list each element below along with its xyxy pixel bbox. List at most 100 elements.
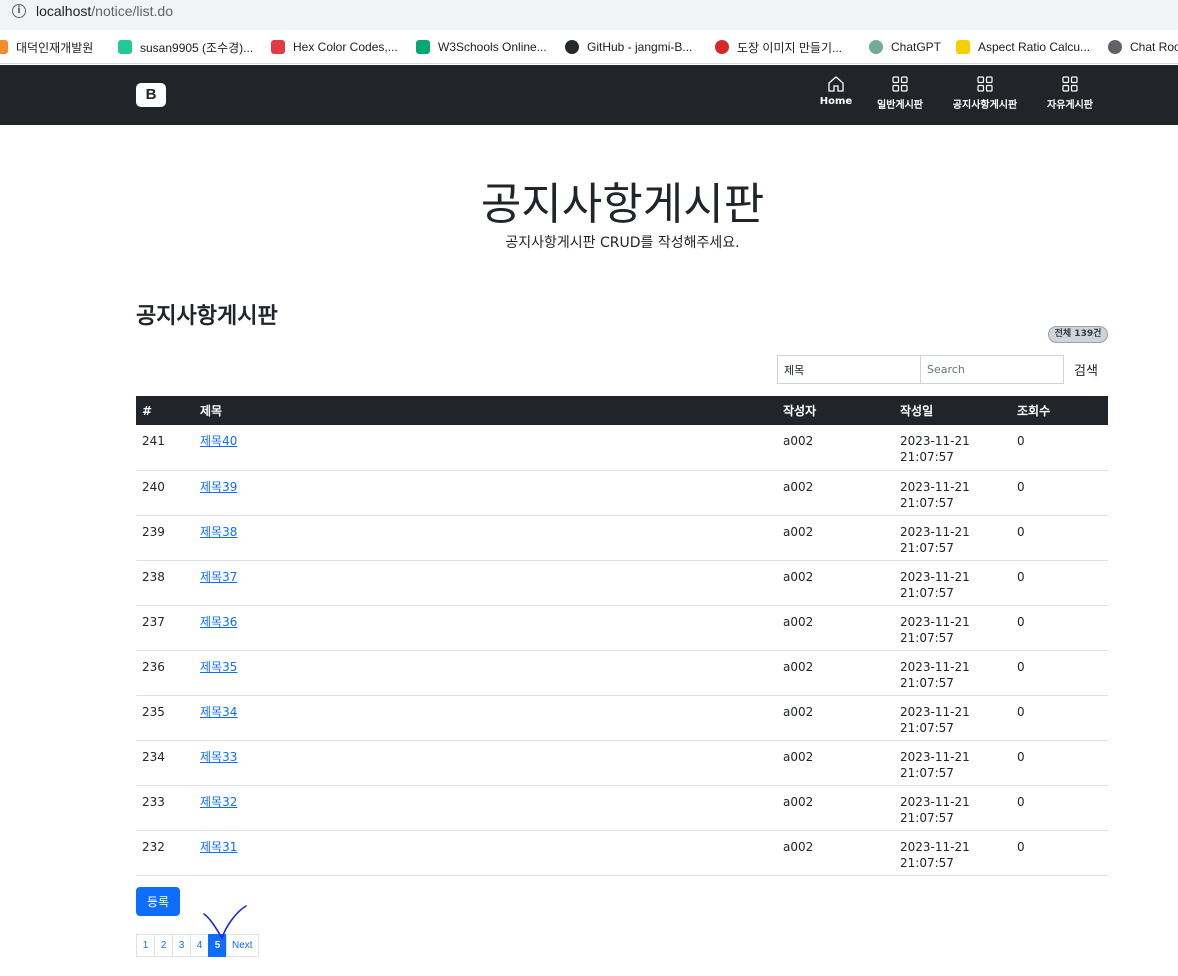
nav-free-board[interactable]: 자유게시판 <box>1040 75 1100 117</box>
search-type-select[interactable]: 제목 <box>777 355 921 384</box>
aspect-ratio-icon <box>956 40 970 54</box>
row-time: 21:07:57 <box>900 585 954 600</box>
row-hits: 0 <box>1011 425 1108 471</box>
row-hits: 0 <box>1011 560 1108 606</box>
row-date: 2023-11-21 <box>900 659 970 674</box>
row-title-link[interactable]: 제목35 <box>200 660 237 674</box>
table-row: 239 제목38 a002 2023-11-21 21:07:57 0 <box>136 515 1108 561</box>
nav-general-board[interactable]: 일반게시판 <box>871 75 929 117</box>
nav-notice-board[interactable]: 공지사항게시판 <box>945 75 1025 117</box>
notice-table: # 제목 작성자 작성일 조회수 241 제목40 a002 2023-11-21 21… <box>136 396 1108 876</box>
bookmark-item[interactable]: Chat Roo <box>1108 38 1178 56</box>
bookmark-item[interactable]: 대덕인재개발원 <box>0 38 93 56</box>
bookmark-item[interactable]: Aspect Ratio Calcu... <box>956 38 1090 56</box>
nav-home-label: Home <box>819 96 853 107</box>
row-title-link[interactable]: 제목36 <box>200 615 237 629</box>
row-hits: 0 <box>1011 650 1108 696</box>
hero-subtitle: 공지사항게시판 CRUD를 작성해주세요. <box>505 235 740 251</box>
bookmark-item[interactable]: GitHub - jangmi-B... <box>565 38 692 56</box>
table-row: 236 제목35 a002 2023-11-21 21:07:57 0 <box>136 650 1108 696</box>
bookmark-label: Chat Roo <box>1130 40 1178 54</box>
row-date-cell: 2023-11-21 21:07:57 <box>894 515 1011 561</box>
row-time: 21:07:57 <box>900 810 954 825</box>
bookmark-item[interactable]: 도장 이미지 만들기... <box>715 38 842 56</box>
row-date: 2023-11-21 <box>900 614 970 629</box>
bookmark-label: Aspect Ratio Calcu... <box>978 40 1091 54</box>
row-date: 2023-11-21 <box>900 794 970 809</box>
total-count-badge: 전체 139건 <box>1048 326 1108 343</box>
bootstrap-logo[interactable]: B <box>136 83 166 107</box>
row-number: 235 <box>136 695 194 741</box>
table-row: 237 제목36 a002 2023-11-21 21:07:57 0 <box>136 605 1108 651</box>
ddit-icon <box>0 40 8 54</box>
row-date-cell: 2023-11-21 21:07:57 <box>894 785 1011 831</box>
bookmark-item[interactable]: susan9905 (조수경)... <box>118 38 253 56</box>
globe-icon <box>1108 40 1122 54</box>
row-title-link[interactable]: 제목39 <box>200 480 237 494</box>
row-title-cell: 제목33 <box>194 740 777 786</box>
row-number: 239 <box>136 515 194 561</box>
page-link-3[interactable]: 3 <box>172 934 191 957</box>
bookmark-item[interactable]: W3Schools Online... <box>416 38 547 56</box>
row-title-link[interactable]: 제목33 <box>200 750 237 764</box>
row-date: 2023-11-21 <box>900 479 970 494</box>
page-link-1[interactable]: 1 <box>136 934 155 957</box>
row-time: 21:07:57 <box>900 630 954 645</box>
browser-address-bar[interactable]: i localhost/notice/list.do <box>0 0 1178 30</box>
row-date-cell: 2023-11-21 21:07:57 <box>894 605 1011 651</box>
row-date-cell: 2023-11-21 21:07:57 <box>894 740 1011 786</box>
table-row: 238 제목37 a002 2023-11-21 21:07:57 0 <box>136 560 1108 606</box>
nav-free-board-label: 자유게시판 <box>1047 100 1093 111</box>
row-title-cell: 제목40 <box>194 425 777 471</box>
site-info-icon[interactable]: i <box>12 4 26 18</box>
column-header-writer: 작성자 <box>777 396 894 425</box>
row-title-link[interactable]: 제목40 <box>200 434 237 448</box>
row-hits: 0 <box>1011 695 1108 741</box>
row-date: 2023-11-21 <box>900 434 970 448</box>
row-time: 21:07:57 <box>900 720 954 735</box>
column-header-hits: 조회수 <box>1011 396 1108 425</box>
table-body: 241 제목40 a002 2023-11-21 21:07:57 0 240 제목39 a00… <box>136 425 1108 876</box>
row-date-cell: 2023-11-21 21:07:57 <box>894 425 1011 471</box>
row-title-cell: 제목32 <box>194 785 777 831</box>
search-input[interactable] <box>920 355 1064 384</box>
search-button[interactable]: 검색 <box>1066 356 1106 383</box>
grid-icon <box>1062 76 1078 92</box>
row-title-link[interactable]: 제목31 <box>200 840 237 854</box>
row-writer: a002 <box>777 515 894 561</box>
row-title-cell: 제목38 <box>194 515 777 561</box>
row-time: 21:07:57 <box>900 855 954 870</box>
bookmark-item[interactable]: Hex Color Codes,... <box>271 38 398 56</box>
row-date: 2023-11-21 <box>900 839 970 854</box>
bookmark-label: 대덕인재개발원 <box>16 40 94 55</box>
bookmark-label: 도장 이미지 만들기... <box>737 40 842 55</box>
table-header-row: # 제목 작성자 작성일 조회수 <box>136 396 1108 425</box>
row-number: 237 <box>136 605 194 651</box>
column-header-title: 제목 <box>194 396 777 425</box>
row-title-link[interactable]: 제목34 <box>200 705 237 719</box>
row-number: 234 <box>136 740 194 786</box>
row-number: 240 <box>136 470 194 516</box>
bookmark-item[interactable]: ChatGPT <box>869 38 941 56</box>
table-row: 235 제목34 a002 2023-11-21 21:07:57 0 <box>136 695 1108 741</box>
w3schools-icon <box>416 40 430 54</box>
row-date: 2023-11-21 <box>900 749 970 764</box>
row-date-cell: 2023-11-21 21:07:57 <box>894 650 1011 696</box>
home-icon <box>828 76 844 92</box>
register-button[interactable]: 등록 <box>136 887 180 916</box>
row-writer: a002 <box>777 785 894 831</box>
row-title-link[interactable]: 제목38 <box>200 525 237 539</box>
row-title-link[interactable]: 제목32 <box>200 795 237 809</box>
nav-home[interactable]: Home <box>818 75 854 117</box>
row-title-link[interactable]: 제목37 <box>200 570 237 584</box>
row-time: 21:07:57 <box>900 675 954 690</box>
row-date-cell: 2023-11-21 21:07:57 <box>894 830 1011 876</box>
page-link-2[interactable]: 2 <box>154 934 173 957</box>
hero-title: 공지사항게시판 <box>480 179 765 230</box>
table-row: 232 제목31 a002 2023-11-21 21:07:57 0 <box>136 830 1108 876</box>
row-date: 2023-11-21 <box>900 704 970 719</box>
table-row: 233 제목32 a002 2023-11-21 21:07:57 0 <box>136 785 1108 831</box>
row-hits: 0 <box>1011 470 1108 516</box>
bookmark-label: Hex Color Codes,... <box>293 40 398 54</box>
url-text[interactable]: localhost/notice/list.do <box>36 3 173 19</box>
